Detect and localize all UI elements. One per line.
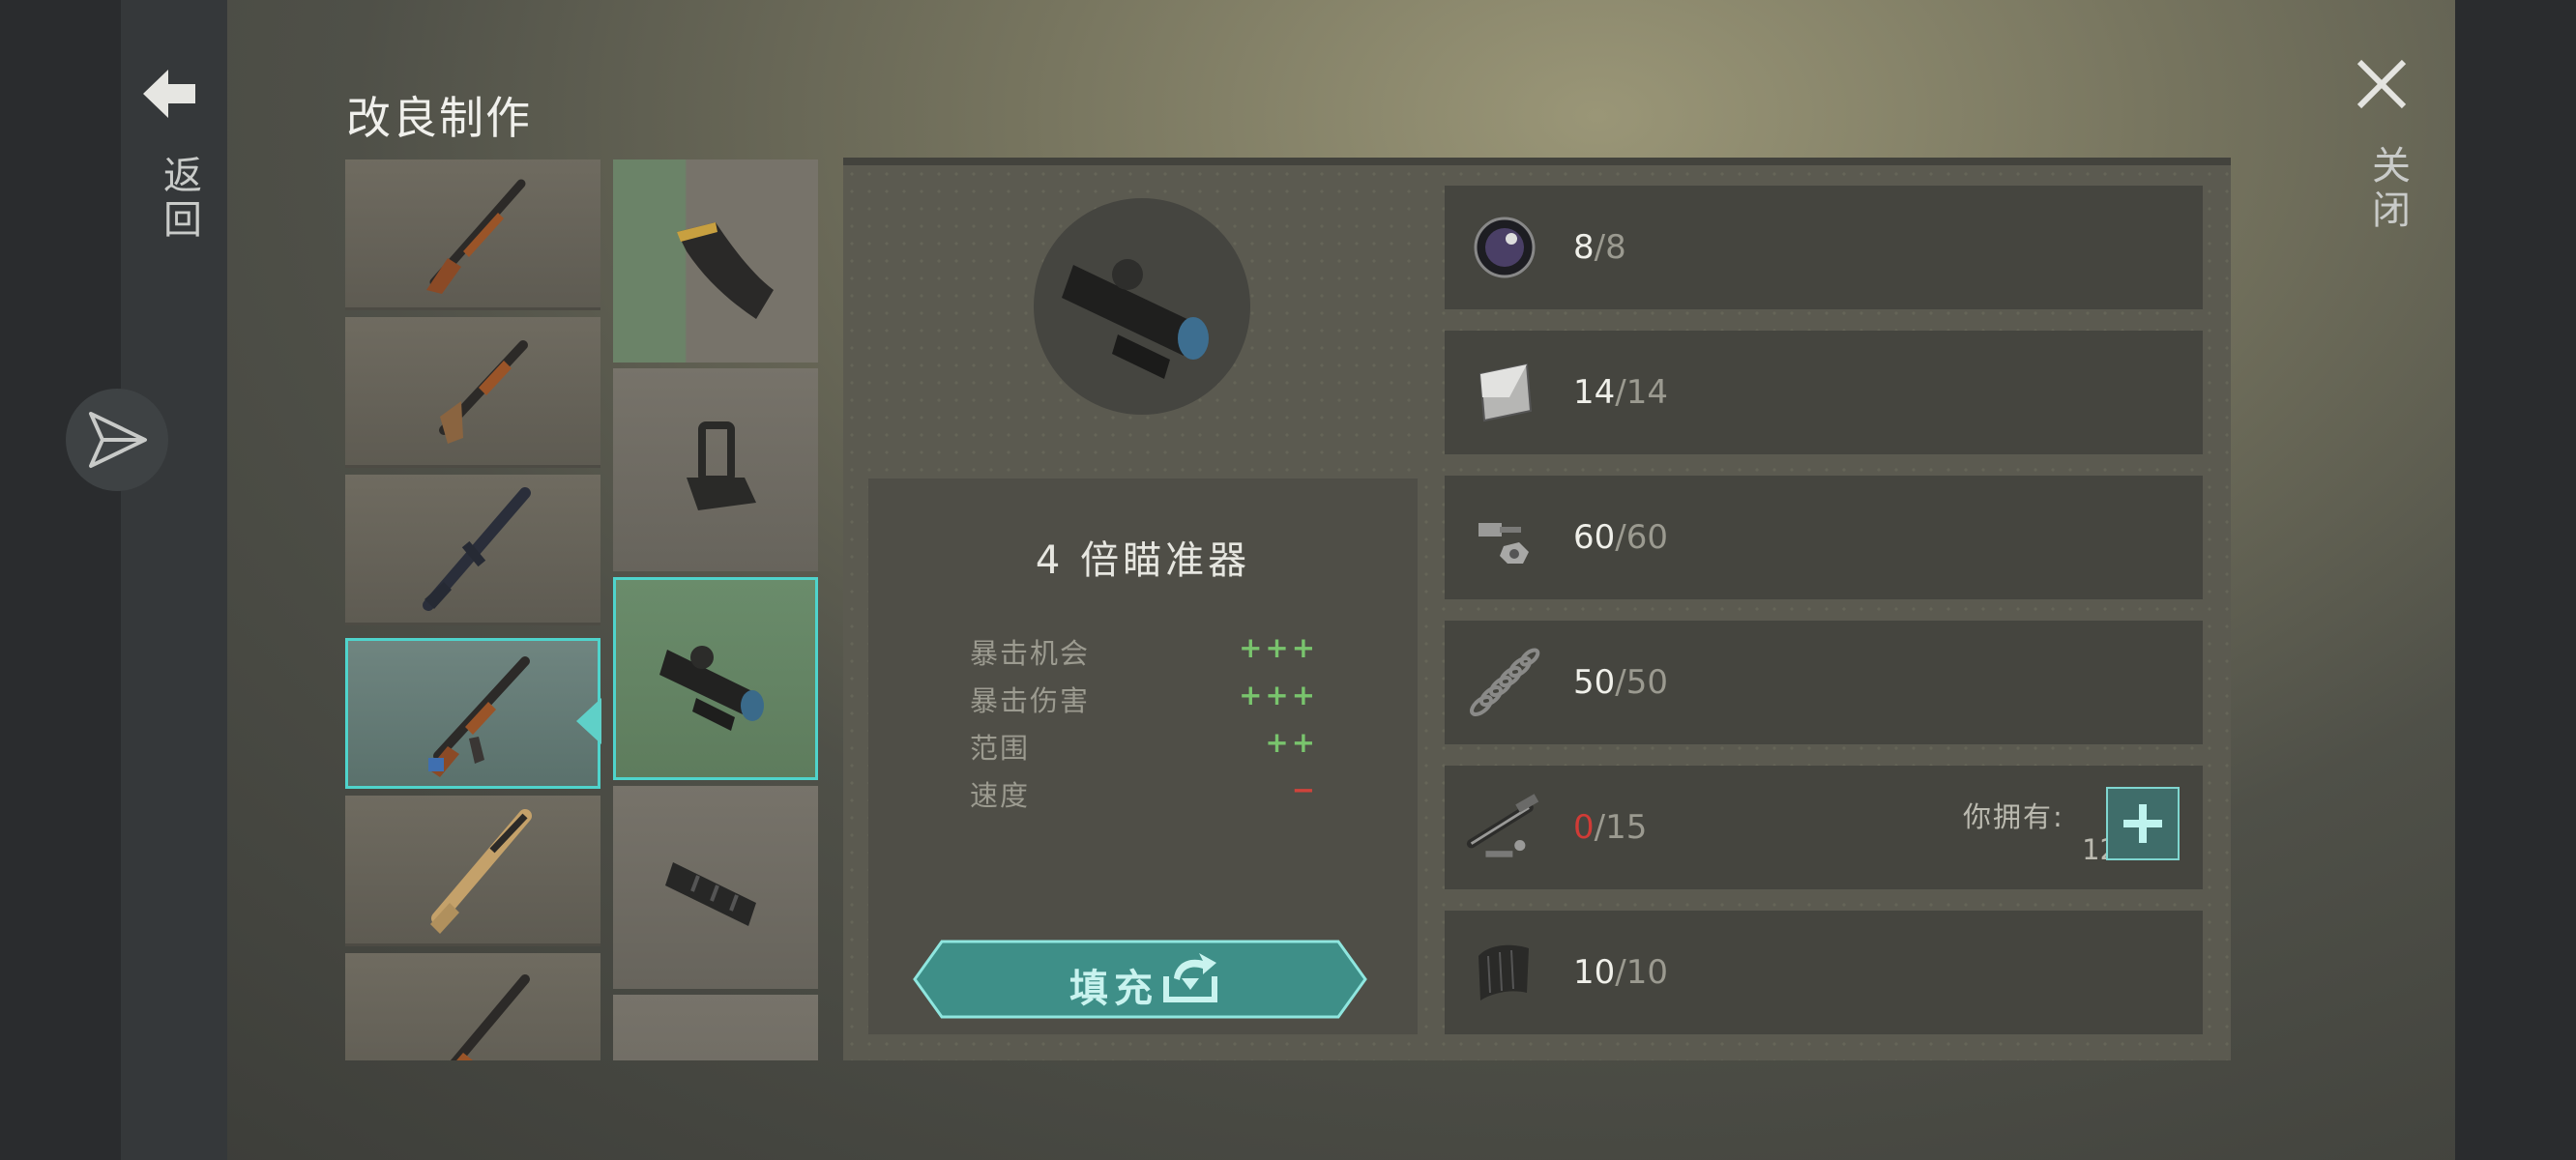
add-resource-button[interactable] (2106, 787, 2180, 860)
stat-value: − (1291, 773, 1318, 806)
resource-row-weapon-parts: 0/15 你拥有: 12 (1445, 766, 2203, 889)
resource-row-rubber: 10/10 (1445, 911, 2203, 1034)
close-label[interactable]: 关闭 (2359, 145, 2415, 234)
resource-count: 50/50 (1573, 663, 1668, 702)
page-title: 改良制作 (346, 92, 532, 144)
scope-icon (659, 646, 764, 731)
weapon-item-shotgun[interactable] (345, 317, 600, 468)
stat-row-crit-damage: 暴击伤害 +++ (970, 679, 1318, 717)
stat-row-range: 范围 ++ (970, 726, 1318, 765)
stat-label: 暴击伤害 (970, 684, 1091, 717)
ak-rifle-icon (428, 656, 530, 777)
mod-item-muzzle-brake[interactable] (613, 786, 818, 989)
weapon-item-scar[interactable] (345, 796, 600, 946)
resource-row-bolts: 60/60 (1445, 476, 2203, 599)
stat-value: +++ (1239, 631, 1318, 664)
resource-row-metal-sheet: 14/14 (1445, 331, 2203, 454)
back-arrow-icon[interactable] (143, 70, 197, 118)
m16-icon (423, 486, 531, 611)
weapon-parts-icon (1466, 789, 1543, 866)
selected-mod-image (1034, 198, 1250, 415)
stat-row-speed: 速度 − (970, 773, 1318, 812)
bolts-nuts-icon (1466, 499, 1543, 576)
plus-icon (2123, 804, 2162, 843)
resource-count: 60/60 (1573, 518, 1668, 557)
send-icon (89, 412, 147, 468)
fill-button-label[interactable]: 填充 (1069, 957, 1158, 1013)
owned-label: 你拥有: (1963, 800, 2064, 833)
stat-row-crit-chance: 暴击机会 +++ (970, 631, 1318, 670)
resource-count: 10/10 (1573, 953, 1668, 992)
resource-row-lens: 8/8 (1445, 186, 2203, 309)
rubber-icon (1466, 934, 1543, 1011)
fill-icon (1163, 953, 1217, 1002)
metal-sheet-icon (1466, 354, 1543, 431)
send-button[interactable] (66, 389, 168, 491)
mod-item-partial[interactable] (613, 995, 818, 1060)
resource-count: 14/14 (1573, 373, 1668, 412)
weapon-item-ak[interactable] (345, 638, 600, 789)
lens-icon (1466, 209, 1543, 286)
spring-icon (1466, 644, 1543, 721)
item-name: 4 倍瞄准器 (1035, 538, 1251, 583)
resource-count: 8/8 (1573, 228, 1626, 267)
left-backdrop (0, 0, 121, 1160)
magazine-icon (677, 222, 774, 319)
stat-label: 速度 (970, 779, 1031, 812)
bolt-rifle-icon (450, 973, 530, 1060)
mod-list[interactable] (613, 160, 818, 1060)
right-backdrop (2455, 0, 2576, 1160)
muzzle-brake-icon (665, 862, 756, 926)
iron-sight-icon (687, 421, 756, 510)
weapon-list[interactable] (345, 160, 604, 1060)
mod-item-4x-scope[interactable] (613, 577, 818, 780)
scar-icon (430, 808, 532, 934)
mod-item-iron-sight[interactable] (613, 368, 818, 571)
stat-label: 暴击机会 (970, 637, 1091, 670)
stat-value: ++ (1265, 726, 1318, 759)
weapon-item-m16[interactable] (345, 475, 600, 625)
scope-icon (1062, 259, 1209, 379)
close-icon[interactable] (2356, 58, 2408, 110)
shotgun-icon (439, 339, 528, 444)
lever-rifle-icon (426, 179, 526, 294)
back-label[interactable]: 返回 (151, 155, 207, 244)
stat-value: +++ (1239, 679, 1318, 711)
weapon-item-bolt-rifle[interactable] (345, 953, 600, 1060)
mod-item-magazine[interactable] (613, 160, 818, 362)
stat-label: 范围 (970, 732, 1031, 765)
weapon-item-lever-rifle[interactable] (345, 160, 600, 310)
resource-row-spring: 50/50 (1445, 621, 2203, 744)
resource-count: 0/15 (1573, 808, 1648, 847)
selection-pointer (576, 698, 601, 744)
